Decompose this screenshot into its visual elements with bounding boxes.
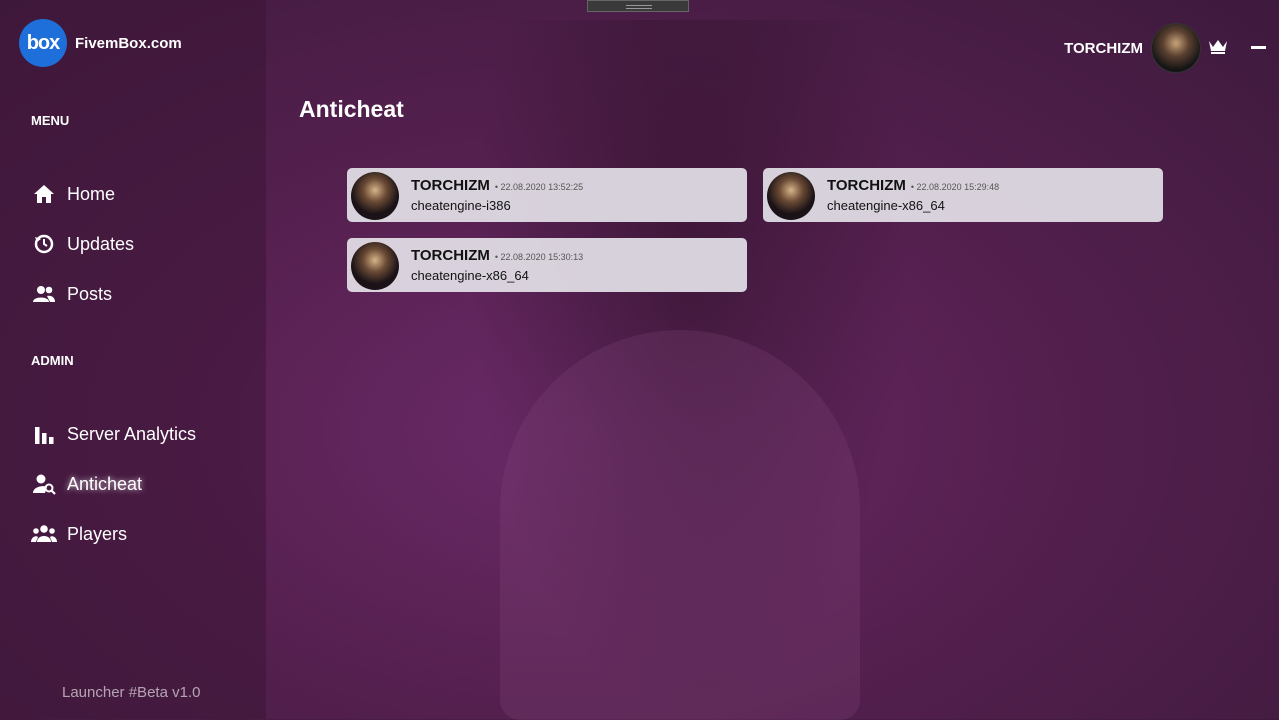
- background-shape: [500, 330, 860, 720]
- username-label: TORCHIZM: [1064, 39, 1143, 57]
- sidebar-item-anticheat[interactable]: Anticheat: [31, 469, 142, 499]
- detection-username: TORCHIZM: [827, 177, 906, 194]
- detection-text: cheatengine-x86_64: [411, 268, 529, 283]
- background-figure: [470, 20, 910, 720]
- detection-timestamp: • 22.08.2020 15:30:13: [494, 252, 584, 262]
- detection-username: TORCHIZM: [411, 247, 490, 264]
- sidebar-item-server-analytics[interactable]: Server Analytics: [31, 419, 196, 449]
- page-title: Anticheat: [299, 96, 404, 122]
- sidebar-item-label: Players: [67, 523, 128, 544]
- sidebar-item-updates[interactable]: Updates: [31, 229, 134, 259]
- sidebar-item-label: Posts: [67, 283, 113, 304]
- group-icon: [31, 521, 57, 547]
- window-drag-handle[interactable]: [587, 0, 689, 12]
- detection-timestamp: • 22.08.2020 13:52:25: [494, 182, 584, 192]
- user-search-icon: [31, 471, 57, 497]
- brand-logo[interactable]: box FivemBox.com: [19, 19, 182, 67]
- bar-chart-icon: [31, 421, 57, 447]
- avatar: [351, 172, 399, 220]
- home-icon: [31, 181, 57, 207]
- version-label: Launcher #Beta v1.0: [62, 684, 201, 701]
- crown-icon[interactable]: [1208, 38, 1228, 59]
- detection-text: cheatengine-x86_64: [827, 198, 945, 213]
- avatar: [1151, 23, 1201, 73]
- detection-card[interactable]: TORCHIZM • 22.08.2020 13:52:25 cheatengi…: [347, 168, 747, 222]
- menu-section-title: MENU: [31, 113, 70, 128]
- sidebar: box FivemBox.com MENU Home Updates Posts…: [0, 0, 266, 719]
- sidebar-item-label: Home: [67, 183, 116, 204]
- sidebar-item-home[interactable]: Home: [31, 179, 115, 209]
- sidebar-item-label: Server Analytics: [67, 423, 197, 444]
- logo-badge: box: [19, 19, 67, 67]
- detection-timestamp: • 22.08.2020 15:29:48: [910, 182, 1000, 192]
- sidebar-item-posts[interactable]: Posts: [31, 279, 112, 309]
- sidebar-item-players[interactable]: Players: [31, 519, 127, 549]
- sidebar-item-label: Updates: [67, 233, 135, 254]
- minimize-icon[interactable]: [1251, 46, 1266, 49]
- users-icon: [31, 281, 57, 307]
- admin-section-title: ADMIN: [31, 353, 74, 368]
- detection-text: cheatengine-i386: [411, 198, 511, 213]
- avatar: [351, 242, 399, 290]
- detection-username: TORCHIZM: [411, 177, 490, 194]
- detection-card[interactable]: TORCHIZM • 22.08.2020 15:29:48 cheatengi…: [763, 168, 1163, 222]
- detection-card[interactable]: TORCHIZM • 22.08.2020 15:30:13 cheatengi…: [347, 238, 747, 292]
- user-profile[interactable]: TORCHIZM: [1064, 23, 1201, 73]
- avatar: [767, 172, 815, 220]
- brand-name: FivemBox.com: [75, 34, 182, 52]
- sidebar-item-label: Anticheat: [67, 473, 143, 494]
- updates-icon: [31, 231, 57, 257]
